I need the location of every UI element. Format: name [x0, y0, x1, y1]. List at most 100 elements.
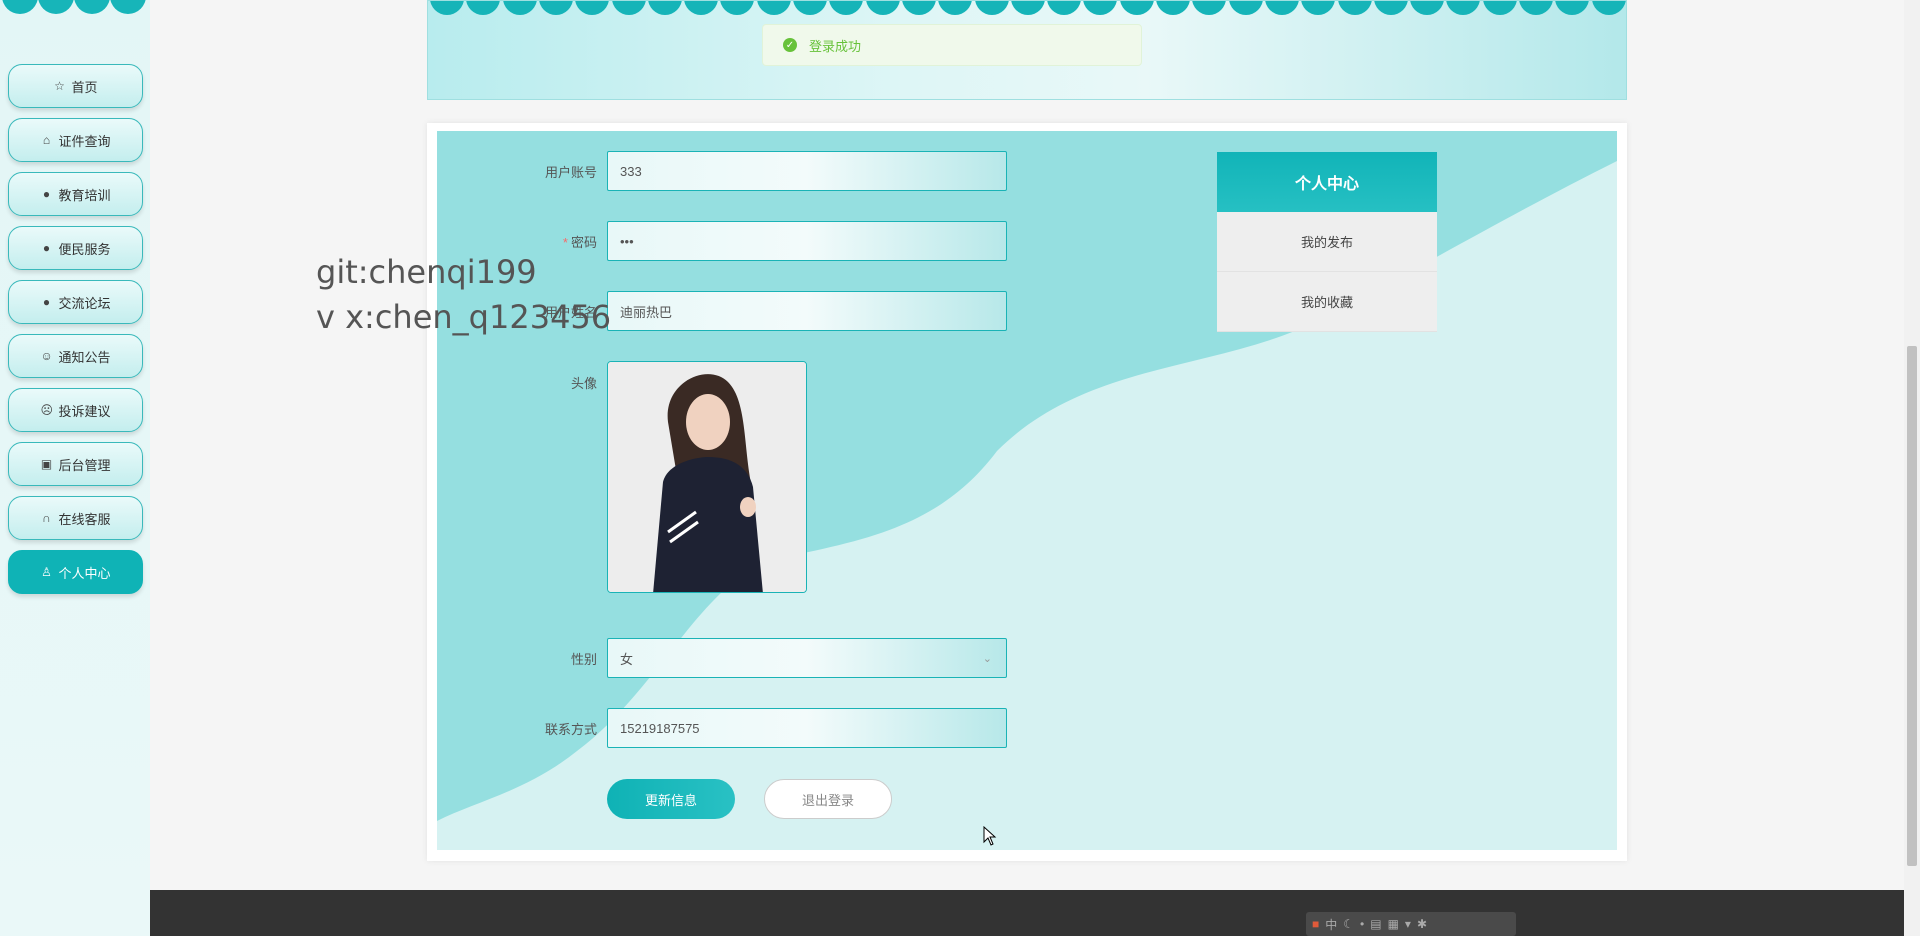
scrollbar-thumb[interactable]: [1907, 346, 1917, 866]
sidebar-item-label: 便民服务: [58, 241, 111, 257]
keyboard-icon: ▤: [1370, 917, 1382, 931]
banner-scallop: [1083, 1, 1118, 15]
banner-scallop: [829, 1, 864, 15]
gear-icon: ✱: [1416, 917, 1428, 931]
headset-icon: ∩: [42, 511, 51, 525]
banner-scallop: [1156, 1, 1190, 15]
avatar-label: 头像: [570, 376, 597, 391]
sidebar-item-forum[interactable]: ● 交流论坛: [8, 280, 143, 324]
sidebar-item-services[interactable]: ● 便民服务: [8, 226, 143, 270]
sidebar-item-label: 证件查询: [58, 133, 111, 149]
alert-circle-icon: ●: [42, 187, 51, 201]
username-input[interactable]: 333: [607, 151, 1007, 191]
logout-button[interactable]: 退出登录: [764, 779, 892, 819]
banner-scallop-decoration: [428, 1, 1626, 19]
phone-row: 联系方式 15219187575: [437, 708, 1007, 748]
sidebar-item-label: 交流论坛: [58, 295, 111, 311]
banner-scallop: [901, 1, 936, 15]
banner-scallop: [1047, 1, 1082, 15]
sidebar-item-support[interactable]: ∩ 在线客服: [8, 496, 143, 540]
sidebar: ☆ 首页 ⌂ 证件查询 ● 教育培训 ● 便民服务 ● 交流论坛 ☺ 通知公告 …: [0, 0, 150, 936]
success-toast: ✓ 登录成功: [762, 24, 1142, 66]
banner-scallop: [1482, 1, 1517, 15]
banner-scallop: [1446, 1, 1481, 15]
banner-scallop: [1373, 1, 1408, 15]
ime-language: 中: [1325, 917, 1338, 932]
sidebar-item-label: 通知公告: [58, 349, 111, 365]
shirt-icon: ▾: [1404, 917, 1411, 931]
sidebar-item-label: 投诉建议: [58, 403, 111, 419]
question-circle-icon: ●: [42, 241, 51, 255]
banner-scallop: [865, 1, 900, 15]
banner-scallop: [575, 1, 610, 15]
banner-scallop: [1010, 1, 1045, 15]
side-menu-item-my-posts[interactable]: 我的发布: [1217, 212, 1437, 272]
banner-scallop: [1228, 1, 1263, 15]
sidebar-item-label: 在线客服: [58, 511, 111, 527]
gender-select[interactable]: 女 ⌄: [607, 638, 1007, 678]
sidebar-item-home[interactable]: ☆ 首页: [8, 64, 143, 108]
update-info-button[interactable]: 更新信息: [607, 779, 735, 819]
password-label: * 密码: [562, 234, 597, 250]
required-mark: *: [562, 234, 568, 250]
page: ☆ 首页 ⌂ 证件查询 ● 教育培训 ● 便民服务 ● 交流论坛 ☺ 通知公告 …: [0, 0, 1920, 936]
avatar-upload[interactable]: [607, 361, 807, 593]
gender-value: 女: [620, 651, 634, 667]
banner-scallop: [466, 1, 501, 15]
check-circle-icon: ✓: [783, 38, 797, 52]
banner-scallop: [1591, 1, 1626, 15]
chevron-down-icon: ⌄: [982, 652, 992, 665]
sidebar-item-certificate-query[interactable]: ⌂ 证件查询: [8, 118, 143, 162]
sidebar-item-complaints[interactable]: ☹ 投诉建议: [8, 388, 143, 432]
mouse-cursor-icon: [983, 826, 997, 846]
banner-scallop: [974, 1, 1009, 15]
gender-label: 性别: [570, 651, 597, 667]
banner-scallop: [538, 1, 573, 15]
password-input[interactable]: •••: [607, 221, 1007, 261]
phone-label: 联系方式: [544, 721, 597, 737]
avatar-image: [608, 362, 806, 592]
side-menu-title: 个人中心: [1217, 152, 1437, 212]
ime-toolbar[interactable]: ■ 中 ☾ • ▤ ▦ ▾ ✱: [1306, 912, 1516, 936]
ime-logo-icon: ■: [1312, 917, 1320, 931]
banner-scallop: [938, 1, 973, 15]
sidebar-item-notices[interactable]: ☺ 通知公告: [8, 334, 143, 378]
sidebar-item-profile[interactable]: ♙ 个人中心: [8, 550, 143, 594]
banner-scallop: [430, 1, 464, 15]
face-icon: ☹: [40, 403, 53, 417]
banner-scallop: [684, 1, 719, 15]
box-icon: ▣: [40, 457, 53, 471]
page-scrollbar[interactable]: [1904, 0, 1920, 936]
banner-scallop: [1192, 1, 1227, 15]
banner-scallop: [1301, 1, 1336, 15]
footer: [150, 890, 1904, 936]
sidebar-item-label: 个人中心: [58, 565, 111, 581]
banner-scallop: [793, 1, 827, 15]
sidebar-item-education[interactable]: ● 教育培训: [8, 172, 143, 216]
profile-side-menu: 个人中心 我的发布 我的收藏: [1217, 152, 1437, 332]
banner-scallop: [1555, 1, 1590, 15]
sidebar-item-label: 首页: [71, 79, 98, 95]
banner-scallop: [611, 1, 646, 15]
profile-card: 用户账号 333 * 密码 ••• 用户姓名 迪丽热巴 头像 性别 女 ⌄ 联系…: [427, 123, 1627, 861]
sidebar-item-admin[interactable]: ▣ 后台管理: [8, 442, 143, 486]
realname-input[interactable]: 迪丽热巴: [607, 291, 1007, 331]
sidebar-item-label: 教育培训: [58, 187, 111, 203]
grid-icon: ▦: [1387, 917, 1399, 931]
dot-icon: •: [1360, 917, 1365, 931]
avatar-row: 头像: [437, 361, 807, 593]
moon-icon: ☾: [1343, 917, 1355, 931]
side-menu-item-my-favorites[interactable]: 我的收藏: [1217, 272, 1437, 332]
sidebar-item-label: 后台管理: [58, 457, 111, 473]
watermark-line-1: git:chenqi199: [316, 253, 537, 291]
banner-scallop: [720, 1, 755, 15]
banner-scallop: [647, 1, 682, 15]
banner-scallop: [1119, 1, 1154, 15]
banner-scallop: [756, 1, 791, 15]
info-circle-icon: ●: [42, 295, 51, 309]
bag-icon: ⌂: [42, 133, 51, 147]
phone-input[interactable]: 15219187575: [607, 708, 1007, 748]
banner-scallop: [1410, 1, 1445, 15]
profile-panel: 用户账号 333 * 密码 ••• 用户姓名 迪丽热巴 头像 性别 女 ⌄ 联系…: [437, 131, 1617, 850]
toast-message: 登录成功: [809, 38, 862, 54]
